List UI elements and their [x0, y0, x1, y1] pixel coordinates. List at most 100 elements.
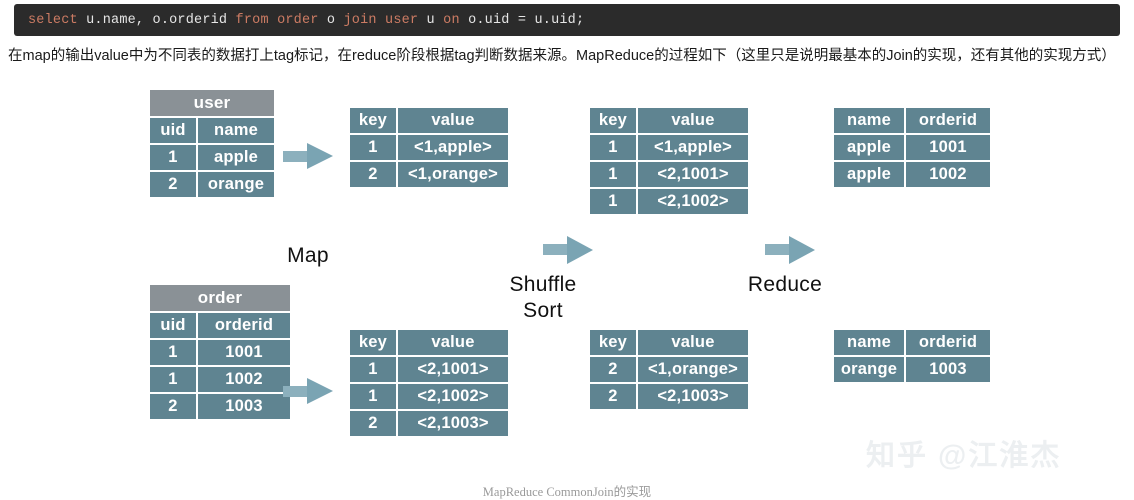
- sql-code-bar: select u.name, o.orderid from order o jo…: [14, 4, 1120, 36]
- table-row: order: [150, 285, 290, 311]
- table-reduce-output-top: name orderid apple 1001 apple 1002: [832, 106, 992, 189]
- table-row: key value: [350, 108, 508, 133]
- header-cell: name: [198, 118, 274, 143]
- header-cell: uid: [150, 313, 196, 338]
- arrow-icon-map-top: [283, 143, 335, 170]
- data-cell: <2,1002>: [398, 384, 508, 409]
- sql-code-text: select u.name, o.orderid from order o jo…: [28, 13, 584, 28]
- data-cell: 1001: [198, 340, 290, 365]
- table-row: 2 1003: [150, 394, 290, 419]
- data-cell: apple: [198, 145, 274, 170]
- table-shuffle-output-bottom: key value 2 <1,orange> 2 <2,1003>: [588, 328, 750, 411]
- arrow-icon-shuffle: [543, 236, 601, 264]
- table-row: uid orderid: [150, 313, 290, 338]
- data-cell: <1,apple>: [398, 135, 508, 160]
- data-cell: apple: [834, 135, 904, 160]
- table-row: 2 <1,orange>: [590, 357, 748, 382]
- sql-text: u.name, o.orderid: [77, 12, 236, 28]
- table-row: 1 1001: [150, 340, 290, 365]
- arrow-icon-map-bottom: [283, 378, 335, 405]
- header-cell: name: [834, 108, 904, 133]
- data-cell: <2,1002>: [638, 189, 748, 214]
- sql-keyword: order: [277, 12, 319, 28]
- sql-text: u: [418, 12, 444, 28]
- stage-label-shuffle-line2: Sort: [523, 299, 563, 322]
- data-cell: <2,1001>: [398, 357, 508, 382]
- description-text: 在map的输出value中为不同表的数据打上tag标记，在reduce阶段根据t…: [8, 48, 1116, 64]
- table-row: 1 <2,1002>: [590, 189, 748, 214]
- table-row: orange 1003: [834, 357, 990, 382]
- data-cell: 1003: [906, 357, 990, 382]
- table-row: 1 <2,1001>: [590, 162, 748, 187]
- data-cell: orange: [834, 357, 904, 382]
- data-cell: <1,apple>: [638, 135, 748, 160]
- data-cell: 1003: [198, 394, 290, 419]
- data-cell: <2,1003>: [638, 384, 748, 409]
- table-row: key value: [590, 330, 748, 355]
- data-cell: 1: [350, 135, 396, 160]
- header-cell: orderid: [906, 108, 990, 133]
- header-cell: value: [398, 330, 508, 355]
- table-row: 1 <2,1002>: [350, 384, 508, 409]
- data-cell: 2: [350, 162, 396, 187]
- header-cell: key: [350, 330, 396, 355]
- table-row: 1 <1,apple>: [350, 135, 508, 160]
- header-cell: uid: [150, 118, 196, 143]
- table-row: 2 orange: [150, 172, 274, 197]
- stage-label-shuffle: Shuffle Sort: [488, 272, 598, 324]
- sql-keyword: on: [443, 12, 460, 28]
- data-cell: 2: [150, 394, 196, 419]
- table-reduce-output-bottom: name orderid orange 1003: [832, 328, 992, 384]
- table-map-output-bottom: key value 1 <2,1001> 1 <2,1002> 2 <2,100…: [348, 328, 510, 438]
- data-cell: <2,1001>: [638, 162, 748, 187]
- header-cell: key: [350, 108, 396, 133]
- data-cell: <1,orange>: [638, 357, 748, 382]
- data-cell: 1: [350, 384, 396, 409]
- data-cell: 1001: [906, 135, 990, 160]
- sql-keyword: user: [385, 12, 419, 28]
- data-cell: 2: [350, 411, 396, 436]
- arrow-icon-reduce: [765, 236, 823, 264]
- stage-label-reduce: Reduce: [747, 273, 823, 296]
- data-cell: <2,1003>: [398, 411, 508, 436]
- sql-keyword: from: [235, 12, 269, 28]
- sql-keyword: select: [28, 12, 78, 28]
- table-user-input: user uid name 1 apple 2 orange: [148, 88, 276, 199]
- stage-label-map: Map: [287, 244, 329, 267]
- table-row: name orderid: [834, 108, 990, 133]
- header-cell: key: [590, 330, 636, 355]
- diagram-canvas: select u.name, o.orderid from order o jo…: [0, 0, 1134, 500]
- table-title-user: user: [150, 90, 274, 116]
- table-row: 1 <1,apple>: [590, 135, 748, 160]
- stage-label-shuffle-line1: Shuffle: [509, 273, 577, 296]
- header-cell: key: [590, 108, 636, 133]
- table-order-input: order uid orderid 1 1001 1 1002 2 1003: [148, 283, 292, 421]
- watermark: 知乎 @江淮杰: [866, 440, 1062, 472]
- header-cell: value: [638, 108, 748, 133]
- table-row: 2 <2,1003>: [590, 384, 748, 409]
- data-cell: 1002: [906, 162, 990, 187]
- data-cell: 1: [590, 135, 636, 160]
- data-cell: 1: [590, 162, 636, 187]
- table-shuffle-output-top: key value 1 <1,apple> 1 <2,1001> 1 <2,10…: [588, 106, 750, 216]
- table-row: key value: [590, 108, 748, 133]
- header-cell: value: [398, 108, 508, 133]
- table-row: 1 1002: [150, 367, 290, 392]
- table-row: apple 1002: [834, 162, 990, 187]
- table-row: 1 apple: [150, 145, 274, 170]
- table-row: 2 <2,1003>: [350, 411, 508, 436]
- data-cell: 1: [590, 189, 636, 214]
- table-map-output-top: key value 1 <1,apple> 2 <1,orange>: [348, 106, 510, 189]
- sql-text: o: [318, 12, 344, 28]
- data-cell: orange: [198, 172, 274, 197]
- header-cell: name: [834, 330, 904, 355]
- header-cell: orderid: [906, 330, 990, 355]
- header-cell: orderid: [198, 313, 290, 338]
- table-row: uid name: [150, 118, 274, 143]
- data-cell: 2: [150, 172, 196, 197]
- data-cell: 1: [150, 340, 196, 365]
- table-row: apple 1001: [834, 135, 990, 160]
- table-row: key value: [350, 330, 508, 355]
